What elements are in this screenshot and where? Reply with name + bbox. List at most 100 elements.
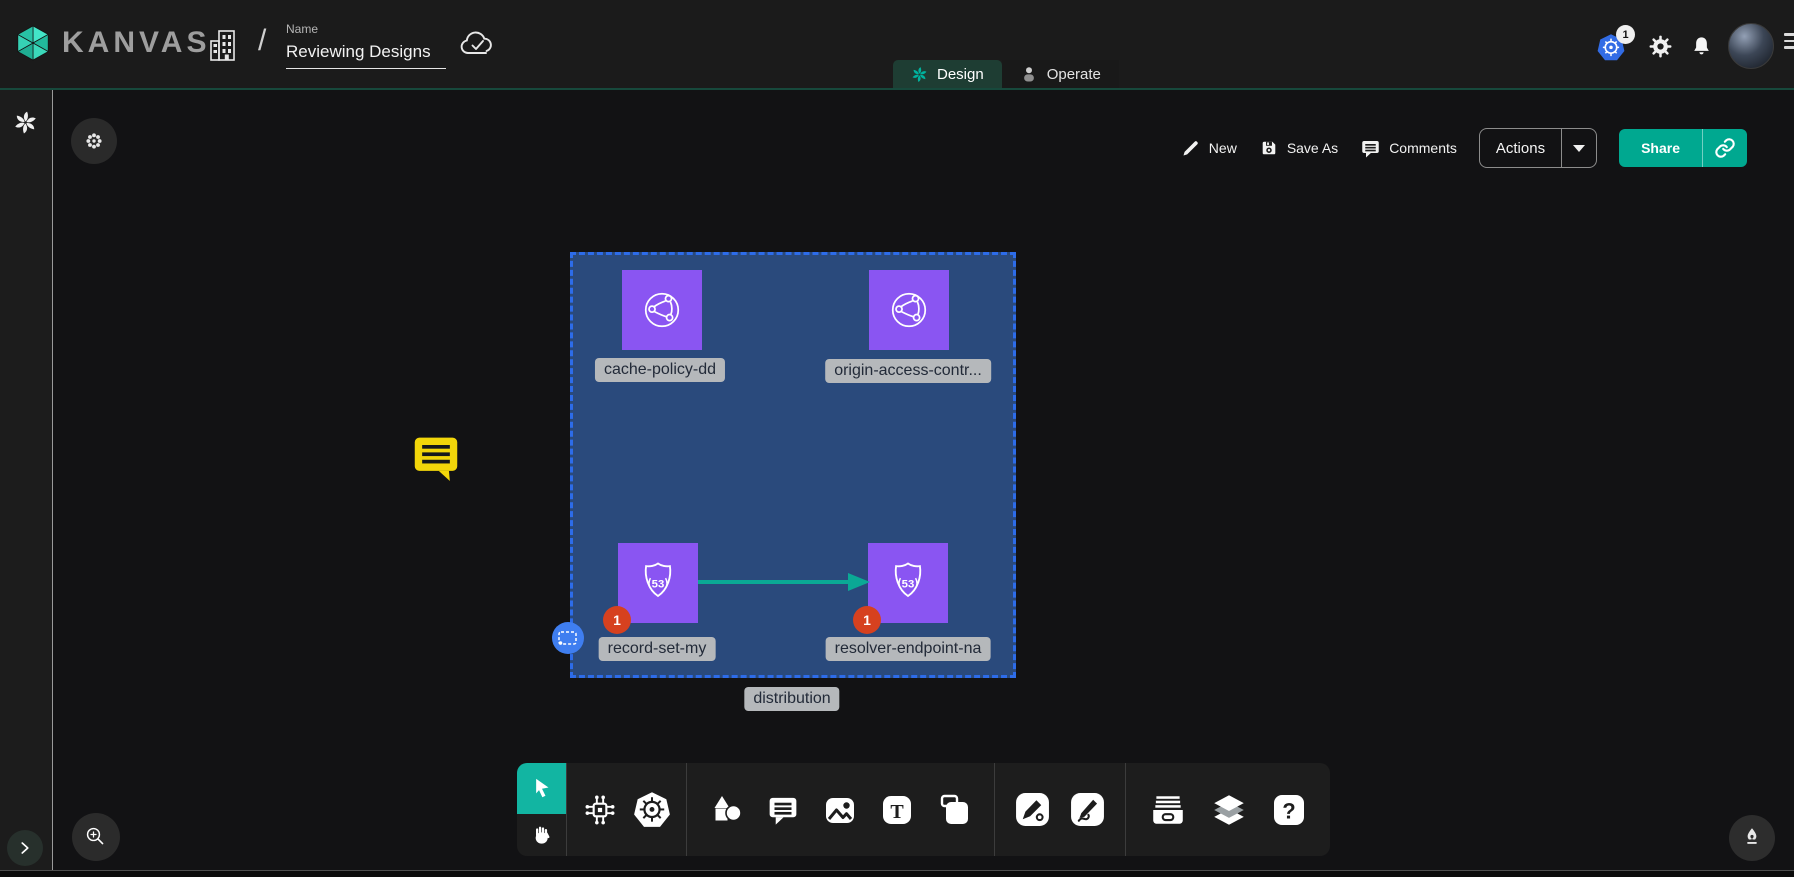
chevron-down-icon: [1573, 145, 1585, 152]
zoom-in-button[interactable]: [72, 813, 120, 861]
design-name-label: Name: [286, 22, 446, 36]
components-tool-button[interactable]: [581, 791, 619, 829]
user-avatar[interactable]: [1728, 23, 1774, 69]
share-split-button[interactable]: Share: [1619, 129, 1747, 167]
hand-pan-icon: [530, 823, 554, 847]
node-label[interactable]: resolver-endpoint-na: [826, 637, 991, 661]
archive-drawer-button[interactable]: [1149, 791, 1187, 829]
text-icon: T: [879, 792, 915, 828]
kubernetes-wheel-icon: [632, 790, 672, 830]
dock-group-drawing: [995, 763, 1125, 856]
design-swirl-icon: [911, 66, 928, 83]
link-icon: [1714, 137, 1736, 159]
operate-person-icon: [1020, 65, 1038, 83]
drawer-icon: [1149, 791, 1187, 829]
actions-dropdown-toggle[interactable]: [1562, 129, 1596, 167]
route53-shield-icon: 53: [632, 557, 684, 609]
node-label[interactable]: cache-policy-dd: [595, 358, 725, 382]
notifications-bell-icon[interactable]: [1690, 34, 1713, 59]
bottom-edge-bar: [0, 870, 1794, 877]
select-tool-button[interactable]: [517, 763, 566, 814]
group-selection-handle[interactable]: [552, 622, 584, 654]
actions-split-button[interactable]: Actions: [1479, 128, 1597, 168]
dock-group-components: [567, 763, 686, 856]
dock-group-misc: ?: [1126, 763, 1330, 856]
panel-tool-button[interactable]: [937, 792, 973, 828]
node-cache-policy[interactable]: [622, 270, 702, 350]
node-label[interactable]: record-set-my: [599, 637, 716, 661]
svg-text:T: T: [890, 801, 904, 823]
layers-icon: [1210, 791, 1248, 829]
pencil-scribble-icon: [1069, 791, 1106, 828]
comment-tool-button[interactable]: [766, 793, 800, 827]
group-label[interactable]: distribution: [744, 687, 839, 711]
new-label: New: [1209, 140, 1237, 156]
comments-label: Comments: [1389, 140, 1457, 156]
text-tool-button[interactable]: T: [879, 792, 915, 828]
cloudfront-globe-icon: [636, 284, 688, 336]
comments-button[interactable]: Comments: [1360, 138, 1457, 159]
error-count-badge[interactable]: 1: [603, 606, 631, 634]
comments-icon: [1360, 138, 1381, 159]
settings-gear-icon[interactable]: [1648, 34, 1673, 59]
tab-operate-label: Operate: [1047, 66, 1101, 83]
brand-name: KANVAS: [62, 26, 210, 60]
kanvas-app: KANVAS / Name: [0, 0, 1794, 877]
pointer-tools: [517, 763, 566, 856]
help-button[interactable]: ?: [1271, 792, 1307, 828]
save-as-button[interactable]: Save As: [1259, 138, 1338, 158]
kanvas-logo-icon: [14, 24, 52, 62]
tool-dock: T: [517, 763, 1330, 856]
question-mark-icon: ?: [1271, 792, 1307, 828]
node-label[interactable]: origin-access-contr...: [825, 359, 991, 383]
kubernetes-count-badge: 1: [1616, 25, 1635, 44]
signature-pen-button[interactable]: [1729, 815, 1775, 861]
svg-text:53: 53: [902, 578, 915, 590]
route53-shield-icon: 53: [882, 557, 934, 609]
image-icon: [822, 792, 858, 828]
mode-tabs: Design Operate: [893, 60, 1119, 88]
new-button[interactable]: New: [1181, 138, 1237, 158]
error-count-badge[interactable]: 1: [853, 606, 881, 634]
magnifier-plus-icon: [81, 822, 111, 852]
shapes-icon: [709, 792, 745, 828]
pen-path-tool-button[interactable]: [1014, 791, 1051, 828]
save-floppy-icon: [1259, 138, 1279, 158]
frame-panel-icon: [937, 792, 973, 828]
cursor-arrow-icon: [529, 776, 555, 802]
pencil-icon: [1181, 138, 1201, 158]
menu-hamburger-icon[interactable]: [1784, 33, 1794, 49]
kubernetes-context-button[interactable]: 1: [1596, 32, 1638, 68]
share-label: Share: [1619, 140, 1702, 156]
left-sidebar: [0, 90, 53, 877]
sidebar-expand-button[interactable]: [7, 830, 43, 866]
organization-icon[interactable]: [206, 26, 242, 64]
canvas-action-bar: New Save As Comments Actions: [1181, 128, 1747, 168]
comment-marker-icon[interactable]: [412, 431, 460, 483]
edge-arrow[interactable]: [698, 570, 874, 594]
dashed-selection-icon: [556, 629, 580, 648]
freehand-draw-tool-button[interactable]: [1069, 791, 1106, 828]
save-as-label: Save As: [1287, 140, 1338, 156]
copy-link-button[interactable]: [1703, 129, 1747, 167]
actions-label: Actions: [1480, 140, 1561, 157]
cloudfront-globe-icon: [883, 284, 935, 336]
tab-design[interactable]: Design: [893, 60, 1002, 88]
layers-button[interactable]: [1210, 791, 1248, 829]
canvas-menu-button[interactable]: [71, 118, 117, 164]
brand-logo[interactable]: KANVAS: [14, 24, 210, 62]
node-origin-access-control[interactable]: [869, 270, 949, 350]
node-record-set[interactable]: 53: [618, 543, 698, 623]
tab-operate[interactable]: Operate: [1002, 60, 1119, 88]
design-name-input[interactable]: [286, 40, 446, 69]
shapes-tool-button[interactable]: [709, 792, 745, 828]
dock-group-annotations: T: [687, 763, 994, 856]
chevron-right-icon: [15, 838, 35, 858]
meshery-swirl-icon[interactable]: [13, 110, 38, 135]
app-header: KANVAS / Name: [0, 0, 1794, 88]
pan-tool-button[interactable]: [517, 814, 566, 856]
image-tool-button[interactable]: [822, 792, 858, 828]
node-resolver-endpoint[interactable]: 53: [868, 543, 948, 623]
kubernetes-tool-button[interactable]: [632, 790, 672, 830]
breadcrumb-separator: /: [258, 24, 266, 58]
